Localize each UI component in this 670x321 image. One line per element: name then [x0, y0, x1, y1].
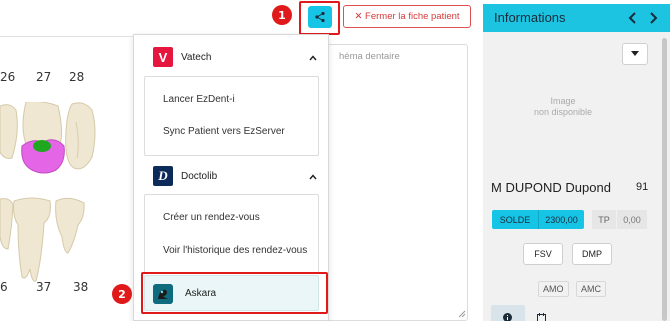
solde-value: 2300,00 [538, 210, 584, 229]
tp-label: TP [592, 210, 616, 229]
amo-badge[interactable]: AMO [538, 281, 569, 297]
info-icon [503, 313, 512, 321]
menu-item-create-appointment[interactable]: Créer un rendez-vous [163, 212, 260, 223]
info-title: Informations [494, 10, 566, 25]
menu-item-sync-ezserver[interactable]: Sync Patient vers EzServer [163, 126, 285, 137]
dmp-button[interactable]: DMP [572, 243, 612, 265]
menu-section-doctolib[interactable]: D Doctolib [134, 158, 330, 194]
tooth-28[interactable] [64, 102, 98, 174]
chevron-up-icon[interactable] [308, 172, 318, 182]
tooth-number-36: 6 [0, 280, 8, 294]
menu-section-vatech[interactable]: V Vatech [134, 39, 330, 75]
tooth-number-38: 38 [73, 280, 89, 294]
tooth-27[interactable] [20, 102, 66, 177]
info-dropdown-button[interactable] [622, 43, 648, 65]
schema-placeholder: héma dentaire [339, 51, 400, 62]
close-patient-label: ✕ Fermer la fiche patient [354, 11, 460, 22]
highlight-askara [141, 272, 328, 314]
vatech-items-group: Lancer EzDent-i Sync Patient vers EzServ… [144, 76, 319, 156]
patient-name: M DUPOND Dupond [491, 180, 611, 195]
menu-item-appointment-history[interactable]: Voir l'historique des rendez-vous [163, 245, 307, 256]
fsv-button[interactable]: FSV [523, 243, 563, 265]
no-image-text: Image non disponible [533, 96, 593, 117]
resize-grip-icon[interactable] [458, 310, 466, 318]
tooth-38[interactable] [52, 197, 86, 257]
caret-down-icon [631, 51, 639, 56]
tooth-number-28: 28 [69, 70, 85, 84]
app-root: 26 27 28 6 37 38 héma dentaire 1 ✕ Ferme… [0, 0, 670, 321]
tp-value: 0,00 [617, 210, 647, 229]
highlight-share-button [299, 1, 340, 35]
info-header: Informations [483, 4, 670, 32]
doctolib-brand-label: Doctolib [181, 171, 218, 182]
schema-textarea[interactable] [326, 44, 468, 321]
chevron-left-icon[interactable] [626, 11, 640, 25]
tooth-number-26: 26 [0, 70, 16, 84]
solde-label: SOLDE [492, 210, 538, 229]
dental-chart: 26 27 28 6 37 38 [0, 36, 135, 321]
close-patient-button[interactable]: ✕ Fermer la fiche patient [343, 5, 471, 28]
calendar-icon[interactable] [537, 313, 546, 321]
chevron-right-icon[interactable] [646, 11, 660, 25]
tooth-37[interactable] [12, 197, 52, 285]
step-badge-2: 2 [112, 284, 132, 304]
amc-badge[interactable]: AMC [576, 281, 606, 297]
tooth-number-27: 27 [36, 70, 52, 84]
vatech-brand-label: Vatech [181, 52, 212, 63]
tab-info[interactable] [491, 305, 525, 321]
doctolib-logo-icon: D [153, 166, 173, 186]
info-scrollbar[interactable] [662, 38, 667, 321]
menu-item-launch-ezdent[interactable]: Lancer EzDent-i [163, 94, 235, 105]
doctolib-items-group: Créer un rendez-vous Voir l'historique d… [144, 194, 319, 274]
tooth-26[interactable] [0, 102, 20, 162]
step-badge-1: 1 [272, 5, 292, 25]
vatech-logo-icon: V [153, 47, 173, 67]
patient-age: 91 [636, 181, 649, 193]
tooth-number-37: 37 [36, 280, 52, 294]
patient-photo-placeholder: Image non disponible [513, 96, 613, 118]
chevron-up-icon[interactable] [308, 53, 318, 63]
